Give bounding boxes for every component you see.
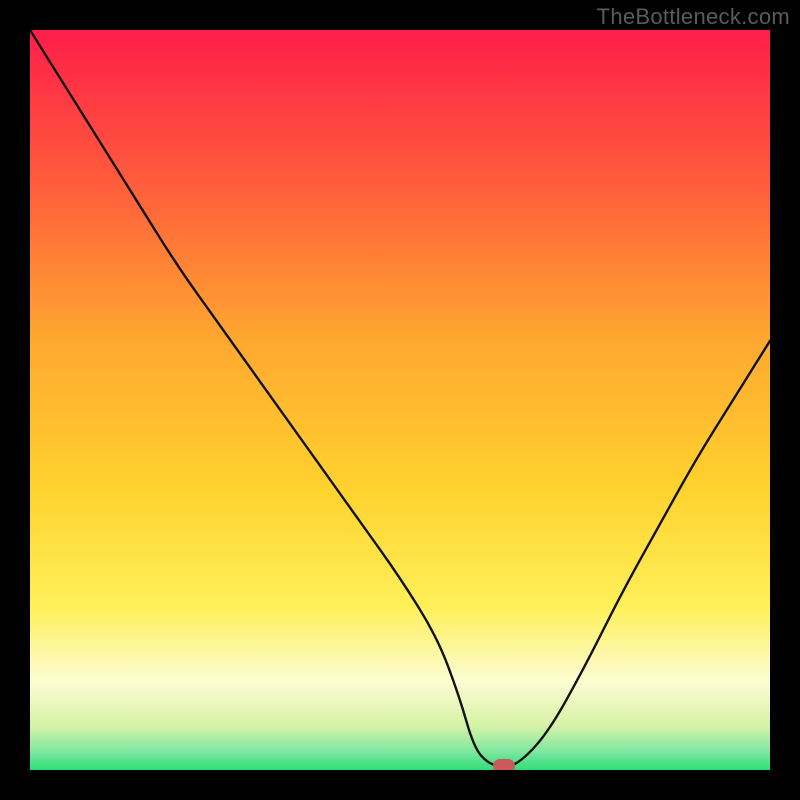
optimum-marker <box>493 759 515 770</box>
watermark-text: TheBottleneck.com <box>597 4 790 30</box>
chart-frame: TheBottleneck.com <box>0 0 800 800</box>
plot-svg <box>30 30 770 770</box>
plot-area <box>30 30 770 770</box>
gradient-background <box>30 30 770 770</box>
